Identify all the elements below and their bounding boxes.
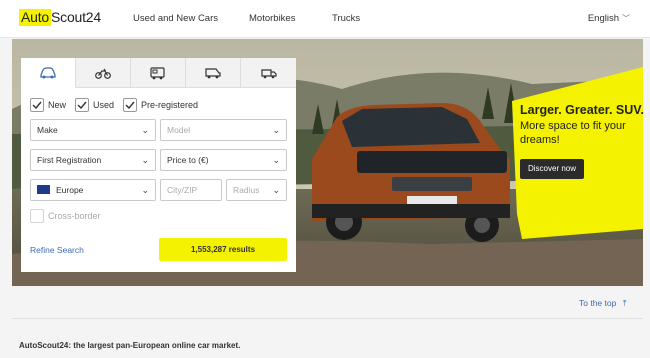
promo-title: Larger. Greater. SUV. bbox=[520, 103, 644, 117]
checkmark-icon bbox=[125, 101, 135, 109]
refine-search-link[interactable]: Refine Search bbox=[30, 245, 84, 255]
checkbox-pre-registered-label: Pre-registered bbox=[141, 100, 199, 110]
chevron-down-icon: ⌄ bbox=[272, 155, 280, 165]
discover-now-button[interactable]: Discover now bbox=[520, 159, 585, 179]
to-the-top-link[interactable]: To the top ⤒ bbox=[579, 298, 626, 309]
car-icon bbox=[40, 66, 56, 78]
checkbox-new[interactable]: New bbox=[30, 97, 66, 113]
city-zip-input[interactable]: City/ZIP bbox=[160, 179, 222, 201]
van-icon bbox=[205, 68, 221, 79]
price-to-select[interactable]: Price to (€) ⌄ bbox=[160, 149, 287, 171]
checkmark-icon bbox=[77, 101, 87, 109]
tab-truck[interactable] bbox=[241, 58, 296, 88]
make-select[interactable]: Make ⌄ bbox=[30, 119, 156, 141]
checkbox-cross-border[interactable]: Cross-border bbox=[30, 208, 101, 224]
site-tagline: AutoScout24: the largest pan-European on… bbox=[19, 341, 241, 350]
city-zip-placeholder: City/ZIP bbox=[167, 185, 198, 195]
chevron-down-icon: ⌄ bbox=[141, 155, 149, 165]
autoscout24-logo[interactable]: Auto Scout24 bbox=[19, 9, 101, 26]
results-button[interactable]: 1,553,287 results bbox=[159, 238, 287, 261]
chevron-down-icon: ﹀ bbox=[622, 14, 630, 23]
checkbox-cross-border-label: Cross-border bbox=[48, 211, 101, 221]
first-registration-value: First Registration bbox=[37, 155, 102, 165]
eu-flag-icon bbox=[37, 185, 50, 195]
chevron-down-icon: ⌄ bbox=[141, 185, 149, 195]
checkbox-used[interactable]: Used bbox=[75, 97, 114, 113]
nav-motorbikes[interactable]: Motorbikes bbox=[249, 13, 295, 24]
checkbox-new-box[interactable] bbox=[30, 98, 44, 112]
truck-icon bbox=[260, 69, 277, 79]
make-select-value: Make bbox=[37, 125, 58, 135]
checkbox-cross-border-box[interactable] bbox=[30, 209, 44, 223]
tab-car[interactable] bbox=[21, 58, 76, 88]
checkmark-icon bbox=[32, 101, 42, 109]
tab-camper[interactable] bbox=[131, 58, 186, 88]
chevron-down-icon: ⌄ bbox=[141, 125, 149, 135]
camper-icon bbox=[150, 66, 165, 79]
checkbox-pre-registered-box[interactable] bbox=[123, 98, 137, 112]
nav-used-and-new-cars[interactable]: Used and New Cars bbox=[133, 13, 218, 24]
region-value: Europe bbox=[56, 185, 84, 195]
model-select-value: Model bbox=[167, 125, 191, 135]
checkbox-used-label: Used bbox=[93, 100, 115, 110]
price-to-value: Price to (€) bbox=[167, 155, 209, 165]
chevron-down-icon: ⌄ bbox=[272, 185, 280, 195]
tab-van[interactable] bbox=[186, 58, 241, 88]
arrow-up-icon: ⤒ bbox=[622, 298, 627, 308]
vehicle-type-tabs bbox=[21, 58, 296, 88]
language-selector[interactable]: English ﹀ bbox=[588, 13, 630, 24]
motorbike-icon bbox=[95, 68, 111, 79]
checkbox-new-label: New bbox=[48, 100, 67, 110]
to-the-top-label: To the top bbox=[579, 298, 617, 308]
top-header: Auto Scout24 Used and New Cars Motorbikes… bbox=[0, 0, 650, 38]
radius-value: Radius bbox=[233, 185, 260, 195]
radius-select[interactable]: Radius ⌄ bbox=[226, 179, 287, 201]
nav-trucks[interactable]: Trucks bbox=[332, 13, 360, 24]
language-label: English bbox=[587, 13, 619, 24]
promo-subtitle: More space to fit your dreams! bbox=[520, 120, 626, 146]
region-select[interactable]: Europe ⌄ bbox=[30, 179, 156, 201]
model-select[interactable]: Model ⌄ bbox=[160, 119, 287, 141]
checkbox-used-box[interactable] bbox=[75, 98, 89, 112]
first-registration-select[interactable]: First Registration ⌄ bbox=[30, 149, 156, 171]
divider bbox=[12, 318, 643, 319]
tab-motorbike[interactable] bbox=[76, 58, 131, 88]
checkbox-pre-registered[interactable]: Pre-registered bbox=[123, 97, 198, 113]
chevron-down-icon: ⌄ bbox=[272, 125, 280, 135]
